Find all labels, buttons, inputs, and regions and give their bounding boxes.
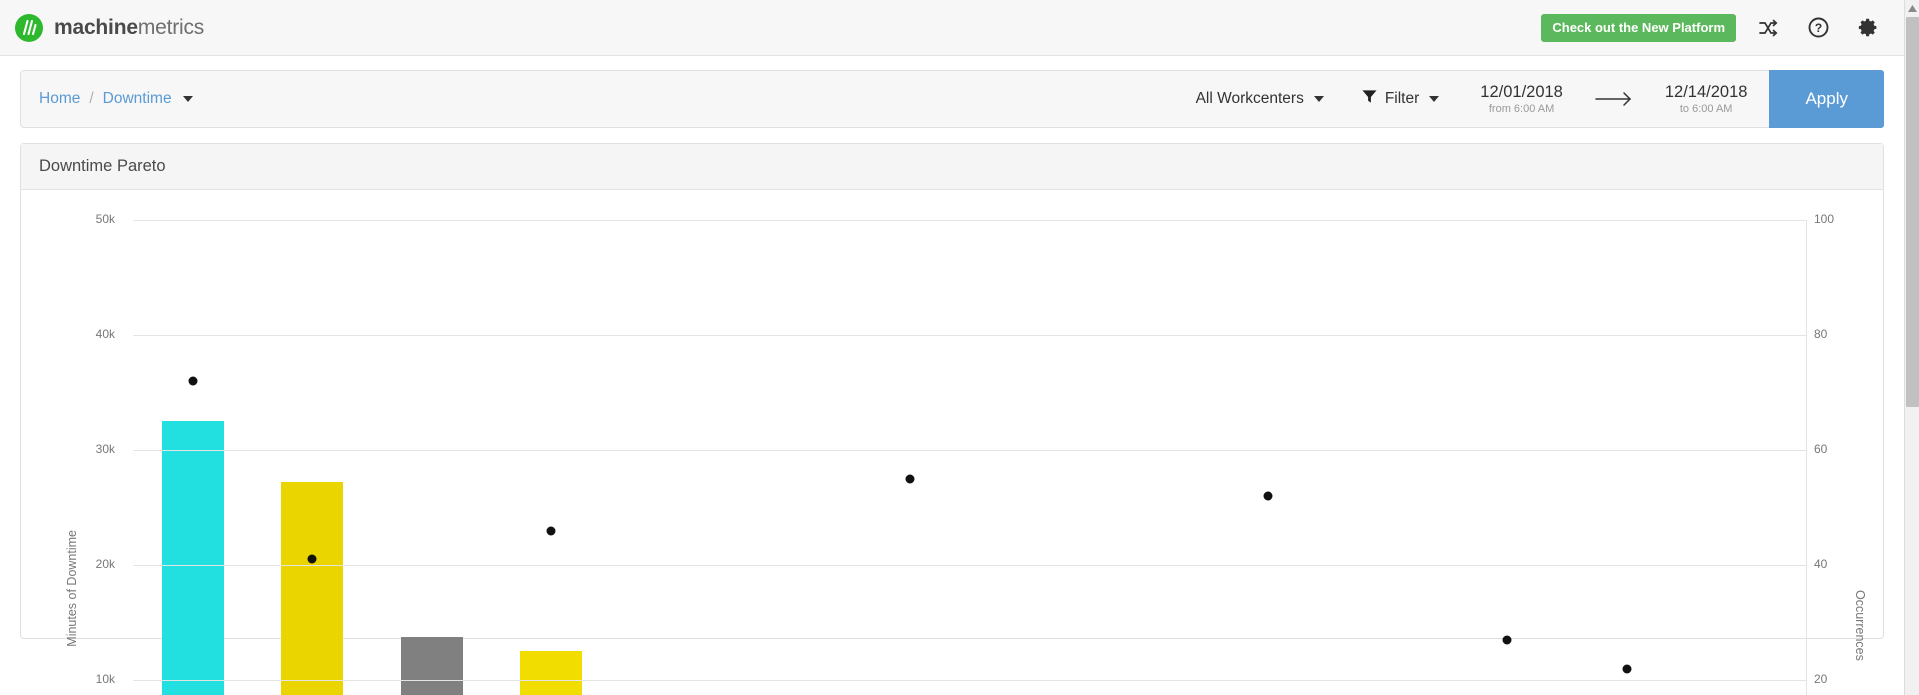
chart-category-column	[731, 220, 851, 695]
gridline	[133, 220, 1806, 221]
chart-scatter-dot[interactable]	[546, 526, 556, 535]
y-axis-tick-right: 40	[1814, 557, 1828, 571]
arrow-right-icon	[1585, 91, 1643, 107]
chart-scatter-dot[interactable]	[188, 376, 198, 386]
funnel-icon	[1362, 89, 1377, 109]
chart-category-column	[1567, 220, 1687, 695]
chart-category-column	[1328, 220, 1448, 695]
chart-bar[interactable]	[400, 637, 463, 695]
chevron-down-icon	[1429, 96, 1440, 102]
date-to-time: to 6:00 AM	[1679, 103, 1733, 116]
chart-category-column	[1687, 220, 1807, 695]
brand-text-bold: machine	[54, 15, 138, 39]
chart-scatter-dot[interactable]	[307, 554, 317, 564]
chart-category-column	[253, 220, 373, 695]
gridline	[133, 450, 1806, 451]
scrollbar-thumb[interactable]	[1906, 17, 1919, 407]
breadcrumb-home-link[interactable]: Home	[39, 90, 80, 108]
y-axis-tick-right: 100	[1814, 212, 1835, 226]
filter-bar-wrapper: Home / Downtime All Workcenters Filter 1…	[0, 56, 1904, 128]
chart-category-column	[492, 220, 612, 695]
chart-scatter-dot[interactable]	[1263, 491, 1273, 501]
machinemetrics-logo-icon	[14, 13, 44, 43]
svg-text:?: ?	[1814, 21, 1821, 35]
date-range-picker: 12/01/2018 from 6:00 AM 12/14/2018 to 6:…	[1458, 71, 1769, 127]
filter-bar-spacer	[193, 71, 1177, 127]
gridline	[133, 565, 1806, 566]
y-axis-tick-right: 60	[1814, 442, 1828, 456]
gear-icon[interactable]	[1850, 10, 1886, 46]
date-to-field[interactable]: 12/14/2018 to 6:00 AM	[1643, 83, 1770, 116]
chart-bar[interactable]	[161, 421, 224, 695]
plot-right-edge	[1806, 220, 1807, 695]
check-out-new-platform-button[interactable]: Check out the New Platform	[1541, 13, 1736, 42]
filter-dropdown[interactable]: Filter	[1343, 71, 1458, 127]
brand-logo-group[interactable]: machinemetrics	[14, 13, 204, 43]
chart-category-column	[611, 220, 731, 695]
page-scrollbar[interactable]	[1904, 0, 1919, 695]
y-axis-tick-left: 40k	[95, 327, 115, 341]
chevron-down-icon	[1313, 96, 1324, 102]
chart-area: Minutes of Downtime Occurrences No Perso…	[21, 190, 1883, 695]
brand-wordmark: machinemetrics	[54, 16, 204, 40]
chart-category-column	[850, 220, 970, 695]
y-axis-tick-right: 80	[1814, 327, 1828, 341]
shuffle-icon[interactable]	[1750, 10, 1786, 46]
chart-scatter-dot[interactable]	[905, 474, 915, 484]
chart-bar[interactable]	[281, 482, 344, 695]
workcenter-select[interactable]: All Workcenters	[1177, 71, 1343, 127]
date-from-field[interactable]: 12/01/2018 from 6:00 AM	[1458, 83, 1585, 116]
y-axis-title-left: Minutes of Downtime	[65, 530, 79, 647]
plot-area	[133, 220, 1806, 695]
chevron-down-icon[interactable]	[182, 96, 193, 102]
chart-scatter-dot[interactable]	[1502, 635, 1512, 645]
gridline	[133, 335, 1806, 336]
downtime-pareto-panel: Downtime Pareto Minutes of Downtime Occu…	[20, 143, 1884, 695]
breadcrumb-separator: /	[89, 90, 94, 107]
breadcrumb: Home / Downtime	[21, 71, 193, 127]
breadcrumb-downtime-link[interactable]: Downtime	[103, 90, 172, 108]
top-navigation-bar: machinemetrics Check out the New Platfor…	[0, 0, 1904, 56]
chart-category-column	[133, 220, 253, 695]
brand-text-light: metrics	[137, 15, 205, 39]
chart-category-column	[1209, 220, 1329, 695]
y-axis-tick-right: 20	[1814, 672, 1828, 686]
date-from-time: from 6:00 AM	[1488, 103, 1555, 116]
y-axis-tick-left: 30k	[95, 442, 115, 456]
filter-bar: Home / Downtime All Workcenters Filter 1…	[20, 70, 1884, 128]
y-axis-tick-left: 20k	[95, 557, 115, 571]
chart-category-column	[970, 220, 1090, 695]
filter-dropdown-label: Filter	[1384, 90, 1420, 107]
apply-button[interactable]: Apply	[1769, 70, 1884, 128]
chart-scatter-dot[interactable]	[1622, 664, 1632, 673]
help-circle-icon[interactable]: ?	[1800, 10, 1836, 46]
y-axis-tick-left: 50k	[95, 212, 115, 226]
scroll-up-arrow-icon[interactable]	[1905, 0, 1919, 16]
chart-category-column	[1448, 220, 1568, 695]
panel-title: Downtime Pareto	[21, 144, 1883, 190]
date-from-value: 12/01/2018	[1480, 82, 1563, 101]
y-axis-title-right: Occurrences	[1853, 590, 1867, 661]
gridline	[133, 680, 1806, 681]
chart-bar[interactable]	[520, 651, 583, 695]
y-axis-tick-left: 10k	[95, 672, 115, 686]
pareto-chart: Minutes of Downtime Occurrences No Perso…	[21, 190, 1883, 695]
workcenter-select-label: All Workcenters	[1195, 90, 1304, 107]
chart-panel-wrapper: Downtime Pareto Minutes of Downtime Occu…	[0, 128, 1904, 695]
chart-category-column	[1089, 220, 1209, 695]
date-to-value: 12/14/2018	[1664, 82, 1748, 101]
chart-category-column	[372, 220, 492, 695]
